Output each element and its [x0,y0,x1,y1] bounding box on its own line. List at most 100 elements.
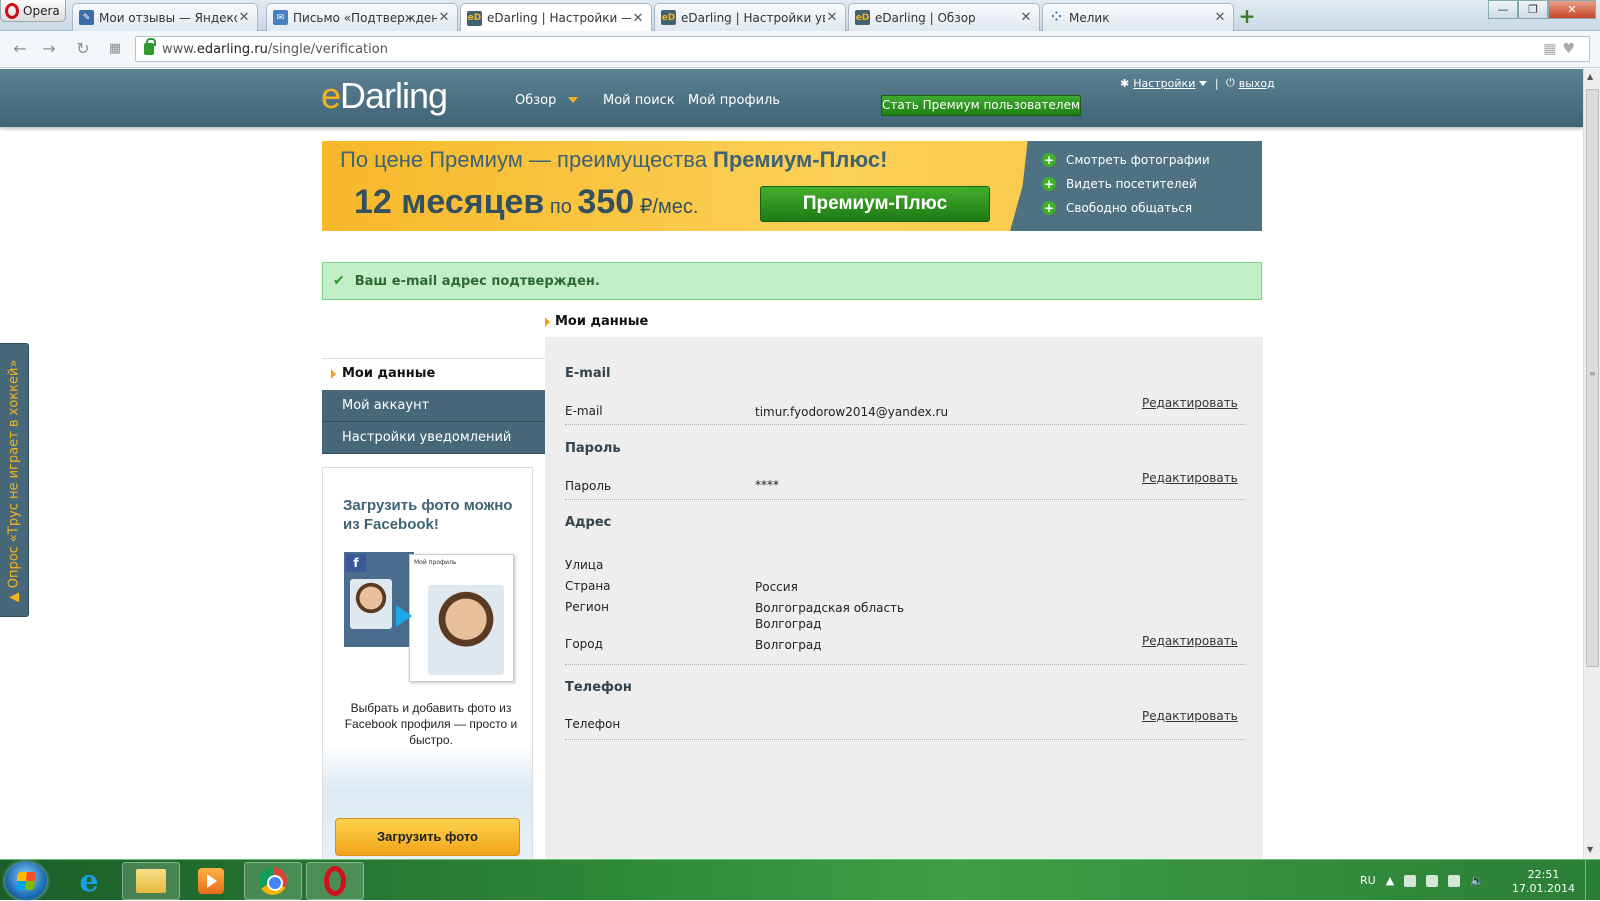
window-controls: — ❐ ✕ [1488,0,1596,19]
perk-item: + Смотреть фотографии [1042,153,1210,167]
close-window-button[interactable]: ✕ [1548,0,1596,19]
divider [565,664,1245,665]
opera-menu-label: Opera [23,3,60,18]
taskbar-internet-explorer[interactable]: e [60,862,118,900]
site-header: eDarling Обзор Мой поиск Мой профиль Ста… [0,69,1583,127]
email-confirmed-alert: ✔ Ваш e-mail адрес подтвержден. [322,262,1262,300]
browser-tab-active[interactable]: eD eDarling | Настройки — М ✕ [460,3,652,32]
edit-email-link[interactable]: Редактировать [1142,396,1238,410]
scrollbar-thumb[interactable] [1586,89,1599,667]
email-group-title: E-mail [565,366,611,381]
show-desktop-button[interactable] [1585,860,1600,901]
email-label: E-mail [565,404,603,418]
edarling-logo[interactable]: eDarling [321,75,448,117]
tab-close-icon[interactable]: ✕ [437,10,451,25]
scroll-up-icon[interactable]: ▲ [1587,72,1593,81]
sidebar-item-my-account[interactable]: Мой аккаунт [322,390,545,422]
taskbar-chrome[interactable] [244,862,302,900]
network-icon[interactable] [1448,874,1461,887]
taskbar-opera[interactable] [306,862,364,900]
opera-logo-icon [5,2,19,19]
edit-password-link[interactable]: Редактировать [1142,471,1238,485]
flag-icon[interactable] [1404,874,1417,887]
nav-my-profile[interactable]: Мой профиль [688,93,780,108]
header-user-links: ✱ Настройки | ⏻ выход [1120,76,1275,90]
section-header: Мои данные [545,314,648,329]
tray-clock[interactable]: 22:51 17.01.2014 [1512,868,1575,896]
tab-title: Мои отзывы — Яндекс.М [99,10,237,25]
facebook-upload-description: Выбрать и добавить фото из Facebook проф… [344,701,518,747]
tab-close-icon[interactable]: ✕ [825,10,839,25]
facebook-icon: f [346,554,366,572]
minimize-button[interactable]: — [1488,0,1518,19]
restore-button[interactable]: ❐ [1518,0,1548,19]
logout-link[interactable]: выход [1239,77,1275,90]
tab-close-icon[interactable]: ✕ [631,11,645,26]
address-bar[interactable]: www. edarling.ru/single/verification ▦♥ [135,36,1590,62]
country-label: Страна [565,579,611,593]
sidebar-item-my-data[interactable]: Мои данные [322,358,545,388]
banner-price: 12 месяцев по 350 ₽/мес. [354,183,698,222]
premium-plus-button[interactable]: Премиум-Плюс [760,186,990,222]
speed-dial-icon[interactable]: ▦ [105,39,125,59]
new-tab-button[interactable]: + [1237,5,1257,27]
poll-side-tab[interactable]: ▲ Опрос «Трус не играет в хоккей» [0,343,29,617]
nav-overview[interactable]: Обзор [515,93,556,108]
settings-dropdown-icon[interactable] [1199,80,1208,86]
profile-photo-large [428,585,504,675]
document-icon: ✎ [79,10,94,25]
forward-icon[interactable]: → [39,39,59,59]
back-icon[interactable]: ← [10,39,30,59]
internet-explorer-icon: e [79,863,99,899]
language-indicator[interactable]: RU [1360,874,1376,887]
edit-address-link[interactable]: Редактировать [1142,634,1238,648]
opera-menu-button[interactable]: Opera [0,0,66,22]
nav-my-search[interactable]: Мой поиск [603,93,675,108]
browser-tab[interactable]: ✉ Письмо «Подтверждени ✕ [266,3,458,31]
settings-link[interactable]: Настройки [1133,77,1195,90]
facebook-upload-panel: Загрузить фото можно из Facebook! f Мой … [322,467,533,862]
checkmark-icon: ✔ [333,273,345,289]
banner-title-text: По цене Премиум — преимущества [340,147,714,172]
edit-phone-link[interactable]: Редактировать [1142,709,1238,723]
scroll-down-icon[interactable]: ▼ [1587,845,1593,854]
overview-dropdown-icon[interactable] [568,97,578,103]
taskbar-explorer[interactable] [122,862,180,900]
lock-icon [144,38,156,55]
street-label: Улица [565,558,604,572]
banner-by: по [544,196,578,218]
system-tray: RU ▲ 🔈 [1360,860,1484,901]
device-icon[interactable] [1426,874,1439,887]
become-premium-button[interactable]: Стать Премиум пользователем [881,95,1081,116]
my-data-panel: E-mail E-mail timur.fyodorow2014@yandex.… [545,337,1263,862]
address-group-title: Адрес [565,515,612,530]
country-value: Россия [755,580,798,594]
alert-text: Ваш e-mail адрес подтвержден. [354,273,600,289]
poll-tab-label: ▲ Опрос «Трус не играет в хоккей» [6,359,22,603]
bookmark-heart-icon[interactable]: ▦♥ [1543,41,1581,57]
browser-tab[interactable]: eD eDarling | Настройки увед ✕ [654,3,846,31]
taskbar-media-player[interactable] [182,862,240,900]
banner-unit: ₽/мес. [634,196,699,218]
browser-tab[interactable]: eD eDarling | Обзор ✕ [848,3,1040,31]
tab-close-icon[interactable]: ✕ [1213,10,1227,25]
reload-icon[interactable]: ↻ [73,39,93,59]
volume-icon[interactable]: 🔈 [1470,874,1484,887]
perk-item: + Видеть посетителей [1042,177,1197,191]
start-button[interactable] [5,862,47,900]
browser-toolbar: ← → ↻ ▦ www. edarling.ru/single/verificat… [0,31,1600,68]
sidebar-item-notification-settings[interactable]: Настройки уведомлений [322,422,545,454]
page-scrollbar[interactable]: ▲ ≡ ▼ [1583,69,1600,859]
tab-close-icon[interactable]: ✕ [1019,10,1033,25]
profile-card: Мой профиль [409,554,514,682]
browser-tab[interactable]: ✎ Мои отзывы — Яндекс.М ✕ [72,3,258,31]
perk-label: Смотреть фотографии [1066,153,1210,167]
upload-photo-button[interactable]: Загрузить фото [335,818,520,856]
show-hidden-icons-icon[interactable]: ▲ [1386,874,1394,887]
browser-tab[interactable]: ⁘ Мелик ✕ [1042,3,1234,31]
premium-plus-banner[interactable]: По цене Премиум — преимущества Премиум-П… [322,141,1262,231]
phone-group-title: Телефон [565,680,632,695]
banner-months: 12 месяцев [354,183,545,221]
tab-close-icon[interactable]: ✕ [237,10,251,25]
plus-icon: + [1042,177,1056,191]
